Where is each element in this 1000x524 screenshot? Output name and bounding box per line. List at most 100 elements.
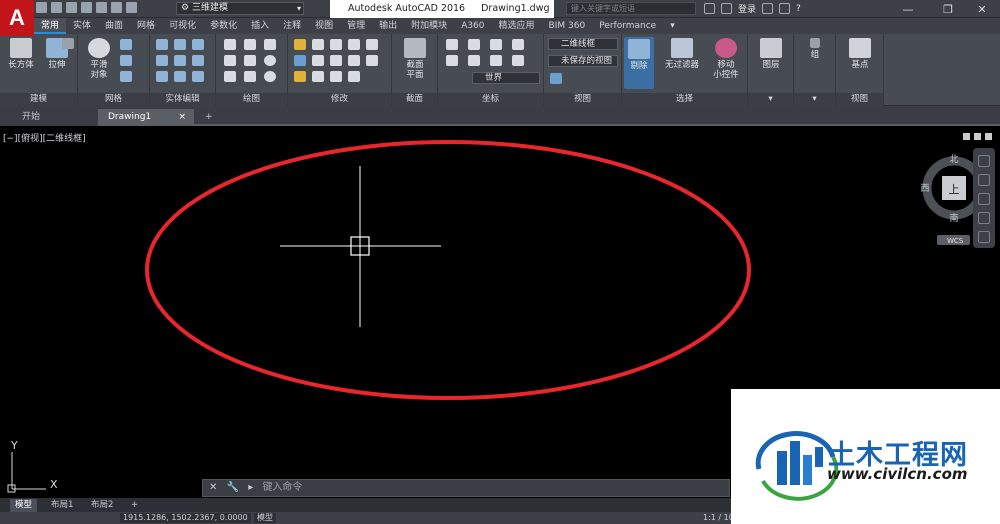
ribbon-tab[interactable]: A360 (454, 18, 491, 34)
model-space-toggle[interactable]: 模型 (254, 513, 276, 523)
close-icon[interactable]: ✕ (209, 482, 217, 493)
offset-icon[interactable] (330, 71, 342, 82)
ribbon-tab[interactable]: Performance (592, 18, 663, 34)
ribbon-tab[interactable]: BIM 360 (542, 18, 593, 34)
group-button[interactable]: 组 (800, 38, 830, 60)
ribbon-tab[interactable]: 实体 (66, 18, 98, 34)
zoom-icon[interactable] (978, 193, 990, 205)
base-point-button[interactable]: 基点 (842, 38, 878, 70)
tab-layout2[interactable]: 布局2 (86, 499, 118, 512)
subtract-icon[interactable] (174, 39, 186, 50)
culling-button[interactable]: 剔除 (624, 37, 654, 89)
viewport-controls-label[interactable]: [−][俯视][二维线框] (3, 131, 86, 144)
erase-icon[interactable] (366, 39, 378, 50)
extend-icon[interactable] (348, 39, 360, 50)
coordinate-readout[interactable]: 1915.1286, 1502.2367, 0.0000 (120, 513, 251, 523)
full-navigation-wheel-icon[interactable] (978, 155, 990, 167)
close-button[interactable]: ✕ (962, 0, 1000, 18)
viewport-icon[interactable] (550, 73, 562, 84)
rotate-icon[interactable] (312, 39, 324, 50)
no-filter-button[interactable]: 无过滤器 (660, 38, 704, 70)
application-menu-button[interactable]: A (0, 0, 34, 36)
search-input[interactable]: 键入关键字或短语 (566, 2, 696, 15)
ribbon-tab[interactable]: 常用 (34, 18, 67, 34)
union-icon[interactable] (156, 39, 168, 50)
login-link[interactable]: 登录 (738, 2, 756, 15)
solid-tool-icon[interactable] (62, 38, 74, 49)
box-button[interactable]: 长方体 (4, 38, 38, 70)
visual-style-select[interactable]: 二维线框 (548, 38, 618, 50)
array-icon[interactable] (312, 71, 324, 82)
print-icon[interactable] (96, 2, 107, 13)
ucs-face-icon[interactable] (512, 55, 524, 66)
viewport-close-icon[interactable] (985, 133, 992, 140)
named-view-select[interactable]: 未保存的视图 (548, 55, 618, 67)
wrench-icon[interactable]: 🔧 (227, 482, 239, 493)
saveas-icon[interactable] (81, 2, 92, 13)
spline-icon[interactable] (224, 55, 236, 66)
polygon-icon[interactable] (224, 71, 236, 82)
ribbon-tab[interactable]: 插入 (244, 18, 276, 34)
showmotion-icon[interactable] (978, 231, 990, 243)
help-button[interactable]: ? (796, 4, 801, 14)
ucs-y-icon[interactable] (490, 39, 502, 50)
scale-icon[interactable] (294, 71, 306, 82)
arc-icon[interactable] (244, 39, 256, 50)
polyline-icon[interactable] (224, 39, 236, 50)
exchange-icon[interactable] (762, 3, 774, 14)
ribbon-tab[interactable]: 曲面 (98, 18, 130, 34)
stretch-icon[interactable] (366, 55, 378, 66)
binoculars-icon[interactable] (704, 3, 715, 14)
add-layout-button[interactable]: + (126, 499, 143, 512)
ribbon-tab[interactable]: 精选应用 (492, 18, 542, 34)
ribbon-tab[interactable]: 参数化 (203, 18, 244, 34)
command-prompt-icon[interactable]: ▸ (248, 482, 253, 493)
tab-model[interactable]: 模型 (10, 499, 38, 512)
orbit-icon[interactable] (978, 212, 990, 224)
ucs-select[interactable]: 世界 (472, 72, 540, 84)
tab-layout1[interactable]: 布局1 (46, 499, 78, 512)
ucs-x-icon[interactable] (468, 39, 480, 50)
minimize-button[interactable]: — (888, 0, 928, 18)
ribbon-tab[interactable]: 视图 (308, 18, 340, 34)
copy-icon[interactable] (294, 55, 306, 66)
rectangle-icon[interactable] (244, 71, 256, 82)
tab-drawing1[interactable]: Drawing1 × (98, 109, 194, 126)
slice-icon[interactable] (156, 55, 168, 66)
ucs-object-icon[interactable] (490, 55, 502, 66)
fillet-edge-icon[interactable] (192, 55, 204, 66)
viewport-restore-icon[interactable] (974, 133, 981, 140)
fillet-icon[interactable] (330, 55, 342, 66)
move-icon[interactable] (294, 39, 306, 50)
ribbon-tab[interactable]: 可视化 (162, 18, 203, 34)
separate-icon[interactable] (174, 71, 186, 82)
extract-icon[interactable] (156, 71, 168, 82)
close-icon[interactable]: × (178, 109, 186, 125)
ribbon-tab-menu[interactable]: ▾ (663, 18, 682, 34)
pan-icon[interactable] (978, 174, 990, 186)
open-icon[interactable] (51, 2, 62, 13)
save-icon[interactable] (66, 2, 77, 13)
ucs-origin-icon[interactable] (446, 55, 458, 66)
ucs-icon[interactable] (446, 39, 458, 50)
explode-icon[interactable] (348, 55, 360, 66)
mesh-tool-icon[interactable] (120, 55, 132, 66)
mesh-tool-icon[interactable] (120, 71, 132, 82)
ribbon-tab[interactable]: 管理 (340, 18, 372, 34)
user-icon[interactable] (721, 3, 732, 14)
a360-icon[interactable] (779, 3, 791, 14)
offset-edge-icon[interactable] (192, 71, 204, 82)
shell-icon[interactable] (174, 55, 186, 66)
command-input[interactable]: 键入命令 (262, 482, 302, 493)
ribbon-tab[interactable]: 网格 (130, 18, 162, 34)
workspace-select[interactable]: ⚙ 三维建模 ▾ (176, 2, 304, 15)
new-tab-button[interactable]: + (200, 109, 218, 126)
line-icon[interactable] (244, 55, 256, 66)
circle-icon[interactable] (264, 55, 276, 66)
ribbon-tab[interactable]: 注释 (276, 18, 308, 34)
curve-icon[interactable] (264, 39, 276, 50)
chamfer-icon[interactable] (348, 71, 360, 82)
new-icon[interactable] (36, 2, 47, 13)
section-plane-button[interactable]: 截面 平面 (398, 38, 432, 80)
viewport-minimize-icon[interactable] (963, 133, 970, 140)
